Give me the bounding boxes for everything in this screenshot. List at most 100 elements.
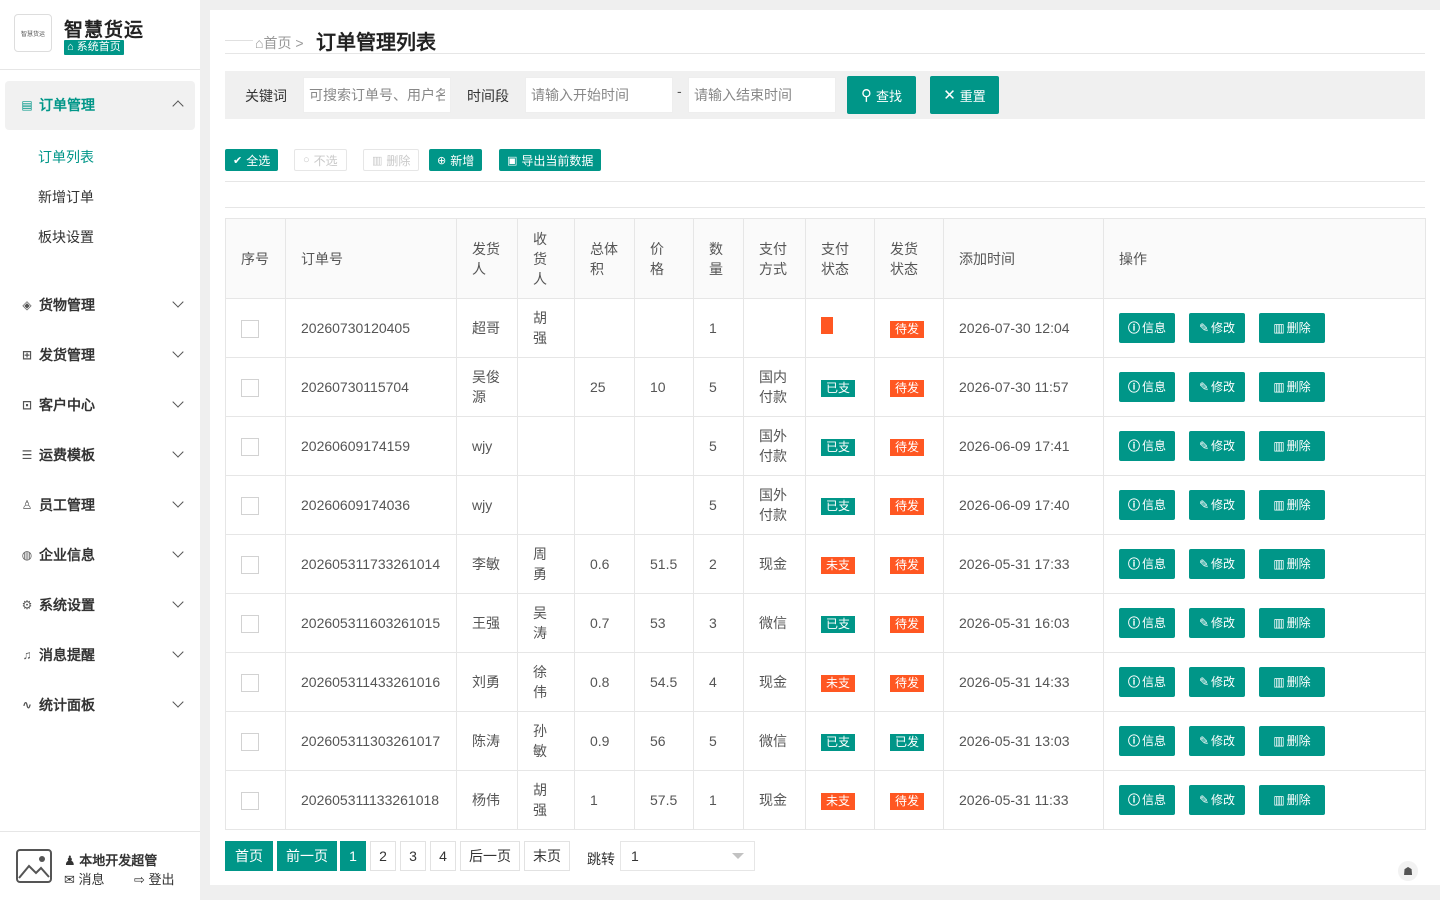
keyword-label: 关键词: [245, 88, 287, 104]
messages-link[interactable]: ✉ 消息: [64, 869, 105, 888]
column-header: 收货人: [517, 218, 575, 299]
chevron-down-icon: [172, 346, 184, 358]
sub-nav-item-1[interactable]: 新增订单: [38, 187, 94, 207]
pay-method-text: 微信: [759, 615, 787, 631]
page-number-button[interactable]: 1: [340, 841, 366, 871]
row-checkbox[interactable]: [241, 379, 259, 398]
nav-item-4[interactable]: ☰ 运费模板: [0, 430, 200, 480]
system-home-link[interactable]: ⌂ 系统首页: [64, 40, 124, 55]
nav-item-8[interactable]: ♫ 消息提醒: [0, 630, 200, 680]
delete-button[interactable]: ▥ 删除: [1259, 372, 1325, 402]
delete-button[interactable]: ▥ 删除: [1259, 726, 1325, 756]
nav-item-5[interactable]: ♙ 员工管理: [0, 480, 200, 530]
info-icon: ⓘ: [1127, 557, 1140, 571]
end-time-input[interactable]: [688, 77, 836, 113]
info-button[interactable]: ⓘ 信息: [1119, 667, 1175, 697]
receiver-text: 敏: [533, 743, 547, 759]
bug-icon[interactable]: ☗: [1398, 861, 1418, 881]
row-checkbox[interactable]: [241, 674, 259, 693]
delete-button[interactable]: ▥ 删除: [1259, 490, 1325, 520]
brand[interactable]: 智慧货运 智慧货运 ⌂ 系统首页: [14, 14, 200, 60]
ship-status-badge: 待发: [890, 675, 925, 692]
quantity: 5: [693, 711, 744, 771]
edit-button[interactable]: ✎ 修改: [1189, 608, 1245, 638]
start-time-input[interactable]: [525, 77, 673, 113]
row-checkbox[interactable]: [241, 497, 259, 516]
edit-button[interactable]: ✎ 修改: [1189, 313, 1245, 343]
nav-item-1[interactable]: ◈ 货物管理: [0, 280, 200, 330]
edit-button[interactable]: ✎ 修改: [1189, 372, 1245, 402]
deselect-button[interactable]: ○ 不选: [294, 149, 347, 171]
edit-button[interactable]: ✎ 修改: [1189, 431, 1245, 461]
info-button[interactable]: ⓘ 信息: [1119, 726, 1175, 756]
order-number: 202605311733261014: [285, 534, 457, 594]
info-button[interactable]: ⓘ 信息: [1119, 490, 1175, 520]
export-button[interactable]: ▣ 导出当前数据: [499, 149, 602, 171]
page-number-button[interactable]: 2: [370, 841, 396, 871]
nav-item-2[interactable]: ⊞ 发货管理: [0, 330, 200, 380]
brand-logo: 智慧货运: [14, 14, 52, 52]
order-number: 202605311133261018: [285, 770, 457, 830]
prev-page-button[interactable]: 前一页: [277, 841, 337, 871]
column-header-text: 人: [533, 270, 547, 287]
pay-status-badge: 未支: [821, 557, 856, 574]
actions-cell: ⓘ 信息 ✎ 修改 ▥ 删除: [1103, 298, 1426, 358]
edit-button[interactable]: ✎ 修改: [1189, 667, 1245, 697]
nav-item-6[interactable]: ◍ 企业信息: [0, 530, 200, 580]
info-button[interactable]: ⓘ 信息: [1119, 431, 1175, 461]
info-button[interactable]: ⓘ 信息: [1119, 313, 1175, 343]
delete-button[interactable]: ▥ 删除: [1259, 608, 1325, 638]
row-checkbox[interactable]: [241, 438, 259, 457]
nav-item-label: 客户中心: [39, 397, 95, 413]
edit-button[interactable]: ✎ 修改: [1189, 549, 1245, 579]
info-button[interactable]: ⓘ 信息: [1119, 785, 1175, 815]
nav-item-0[interactable]: ▤ 订单管理: [0, 80, 200, 130]
receiver-text: 吴: [533, 605, 547, 621]
reset-button[interactable]: ✕ 重置: [930, 76, 999, 114]
nav-item-3[interactable]: ⊡ 客户中心: [0, 380, 200, 430]
row-checkbox[interactable]: [241, 556, 259, 575]
jump-select[interactable]: 1: [620, 841, 755, 871]
sub-nav-item-2[interactable]: 板块设置: [38, 227, 94, 247]
page-number-button[interactable]: 3: [400, 841, 426, 871]
next-page-button[interactable]: 后一页: [460, 841, 520, 871]
delete-button[interactable]: ▥ 删除: [1259, 431, 1325, 461]
delete-selected-button[interactable]: ▥ 删除: [363, 149, 420, 171]
info-button[interactable]: ⓘ 信息: [1119, 608, 1175, 638]
actions-cell: ⓘ 信息 ✎ 修改 ▥ 删除: [1103, 593, 1426, 653]
row-checkbox[interactable]: [241, 320, 259, 339]
delete-button[interactable]: ▥ 删除: [1259, 313, 1325, 343]
row-checkbox[interactable]: [241, 615, 259, 634]
user-name[interactable]: ♟ 本地开发超管: [64, 850, 157, 869]
row-checkbox[interactable]: [241, 733, 259, 752]
receiver-text: 强: [533, 330, 547, 346]
info-button[interactable]: ⓘ 信息: [1119, 549, 1175, 579]
edit-button[interactable]: ✎ 修改: [1189, 726, 1245, 756]
keyword-input[interactable]: [303, 77, 451, 113]
select-all-button[interactable]: ✔ 全选: [225, 149, 279, 171]
edit-button[interactable]: ✎ 修改: [1189, 785, 1245, 815]
breadcrumb-home[interactable]: ⌂首页 >: [255, 33, 304, 53]
edit-button[interactable]: ✎ 修改: [1189, 490, 1245, 520]
column-header: 发货人: [456, 218, 518, 299]
search-button[interactable]: ⚲ 查找: [847, 76, 916, 114]
nav-item-9[interactable]: ∿ 统计面板: [0, 680, 200, 730]
quantity: 5: [693, 475, 744, 535]
trash-icon: ▥: [1273, 380, 1285, 394]
price: [634, 298, 694, 358]
delete-button[interactable]: ▥ 删除: [1259, 785, 1325, 815]
first-page-button[interactable]: 首页: [225, 841, 273, 871]
avatar[interactable]: [15, 848, 53, 884]
quantity: 3: [693, 593, 744, 653]
info-button[interactable]: ⓘ 信息: [1119, 372, 1175, 402]
delete-button[interactable]: ▥ 删除: [1259, 667, 1325, 697]
delete-button[interactable]: ▥ 删除: [1259, 549, 1325, 579]
row-checkbox[interactable]: [241, 792, 259, 811]
add-order-button[interactable]: ⊕ 新增: [429, 149, 483, 171]
page-number-button[interactable]: 4: [430, 841, 456, 871]
logout-link[interactable]: ⇨ 登出: [134, 869, 175, 888]
sub-nav-item-0[interactable]: 订单列表: [38, 147, 94, 167]
last-page-button[interactable]: 末页: [524, 841, 570, 871]
gear-icon: ⚙: [21, 598, 33, 612]
nav-item-7[interactable]: ⚙ 系统设置: [0, 580, 200, 630]
